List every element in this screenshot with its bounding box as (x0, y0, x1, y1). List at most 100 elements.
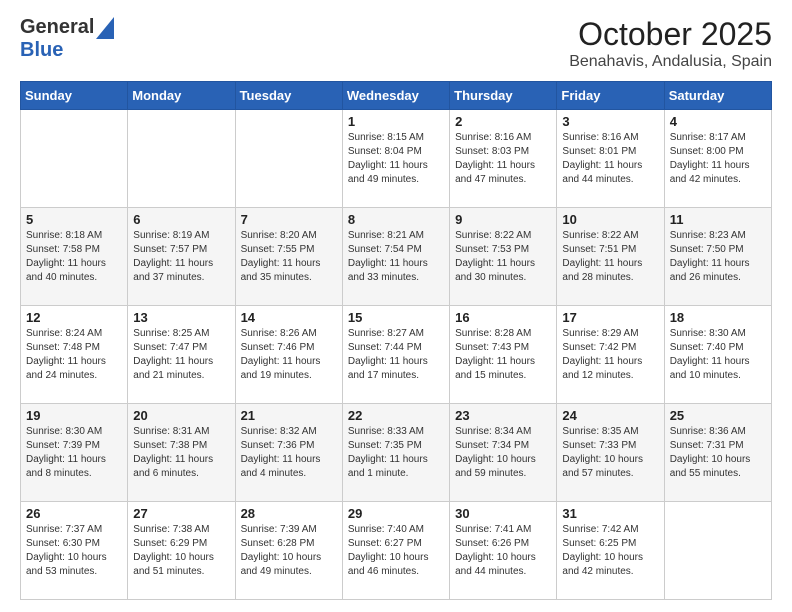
logo-blue-text: Blue (20, 39, 114, 62)
day-info: Sunrise: 7:42 AM Sunset: 6:25 PM Dayligh… (562, 523, 658, 579)
calendar-week-row: 26Sunrise: 7:37 AM Sunset: 6:30 PM Dayli… (21, 502, 772, 600)
table-row: 31 Sunrise: 7:42 AM Sunset: 6:25 PM Dayli… (557, 502, 664, 600)
table-row: 25 Sunrise: 8:36 AM Sunset: 7:31 PM Dayli… (664, 404, 771, 502)
table-row (235, 110, 342, 208)
day-number: 26 (26, 506, 122, 521)
day-number: 5 (26, 212, 122, 227)
day-number: 27 (133, 506, 229, 521)
day-number: 15 (348, 310, 444, 325)
header: General Blue October 2025 Benahavis, And… (20, 16, 772, 71)
table-row: 26Sunrise: 7:37 AM Sunset: 6:30 PM Dayli… (21, 502, 128, 600)
day-info: Sunrise: 8:15 AM Sunset: 8:04 PM Dayligh… (348, 131, 444, 187)
day-info: Sunrise: 8:16 AM Sunset: 8:01 PM Dayligh… (562, 131, 658, 187)
day-info: Sunrise: 8:27 AM Sunset: 7:44 PM Dayligh… (348, 327, 444, 383)
table-row (21, 110, 128, 208)
table-row: 23Sunrise: 8:34 AM Sunset: 7:34 PM Dayli… (450, 404, 557, 502)
col-monday: Monday (128, 82, 235, 110)
day-info: Sunrise: 8:25 AM Sunset: 7:47 PM Dayligh… (133, 327, 229, 383)
table-row: 21 Sunrise: 8:32 AM Sunset: 7:36 PM Dayli… (235, 404, 342, 502)
table-row: 16Sunrise: 8:28 AM Sunset: 7:43 PM Dayli… (450, 306, 557, 404)
table-row: 17 Sunrise: 8:29 AM Sunset: 7:42 PM Dayli… (557, 306, 664, 404)
day-number: 6 (133, 212, 229, 227)
day-number: 9 (455, 212, 551, 227)
table-row: 8 Sunrise: 8:21 AM Sunset: 7:54 PM Daylig… (342, 208, 449, 306)
col-friday: Friday (557, 82, 664, 110)
day-number: 13 (133, 310, 229, 325)
calendar-subtitle: Benahavis, Andalusia, Spain (569, 53, 772, 71)
day-info: Sunrise: 8:23 AM Sunset: 7:50 PM Dayligh… (670, 229, 766, 285)
table-row: 12 Sunrise: 8:24 AM Sunset: 7:48 PM Dayli… (21, 306, 128, 404)
day-number: 21 (241, 408, 337, 423)
day-info: Sunrise: 8:20 AM Sunset: 7:55 PM Dayligh… (241, 229, 337, 285)
calendar-week-row: 12 Sunrise: 8:24 AM Sunset: 7:48 PM Dayli… (21, 306, 772, 404)
day-info: Sunrise: 8:16 AM Sunset: 8:03 PM Dayligh… (455, 131, 551, 187)
table-row: 13 Sunrise: 8:25 AM Sunset: 7:47 PM Dayli… (128, 306, 235, 404)
day-number: 3 (562, 114, 658, 129)
table-row: 24Sunrise: 8:35 AM Sunset: 7:33 PM Dayli… (557, 404, 664, 502)
calendar-week-row: 1 Sunrise: 8:15 AM Sunset: 8:04 PM Daylig… (21, 110, 772, 208)
col-thursday: Thursday (450, 82, 557, 110)
day-info: Sunrise: 8:18 AM Sunset: 7:58 PM Dayligh… (26, 229, 122, 285)
day-number: 8 (348, 212, 444, 227)
day-number: 10 (562, 212, 658, 227)
table-row: 28 Sunrise: 7:39 AM Sunset: 6:28 PM Dayli… (235, 502, 342, 600)
day-number: 28 (241, 506, 337, 521)
day-number: 18 (670, 310, 766, 325)
day-info: Sunrise: 8:36 AM Sunset: 7:31 PM Dayligh… (670, 425, 766, 481)
table-row: 29 Sunrise: 7:40 AM Sunset: 6:27 PM Dayli… (342, 502, 449, 600)
day-number: 25 (670, 408, 766, 423)
day-number: 29 (348, 506, 444, 521)
day-info: Sunrise: 7:40 AM Sunset: 6:27 PM Dayligh… (348, 523, 444, 579)
page: General Blue October 2025 Benahavis, And… (0, 0, 792, 612)
day-info: Sunrise: 8:24 AM Sunset: 7:48 PM Dayligh… (26, 327, 122, 383)
col-wednesday: Wednesday (342, 82, 449, 110)
table-row: 20Sunrise: 8:31 AM Sunset: 7:38 PM Dayli… (128, 404, 235, 502)
day-number: 17 (562, 310, 658, 325)
table-row: 11 Sunrise: 8:23 AM Sunset: 7:50 PM Dayli… (664, 208, 771, 306)
table-row: 2 Sunrise: 8:16 AM Sunset: 8:03 PM Daylig… (450, 110, 557, 208)
day-info: Sunrise: 7:39 AM Sunset: 6:28 PM Dayligh… (241, 523, 337, 579)
table-row: 15 Sunrise: 8:27 AM Sunset: 7:44 PM Dayli… (342, 306, 449, 404)
table-row: 22Sunrise: 8:33 AM Sunset: 7:35 PM Dayli… (342, 404, 449, 502)
logo-arrow-icon (96, 17, 114, 39)
table-row: 9 Sunrise: 8:22 AM Sunset: 7:53 PM Daylig… (450, 208, 557, 306)
calendar-week-row: 19Sunrise: 8:30 AM Sunset: 7:39 PM Dayli… (21, 404, 772, 502)
day-number: 31 (562, 506, 658, 521)
table-row: 4Sunrise: 8:17 AM Sunset: 8:00 PM Daylig… (664, 110, 771, 208)
day-info: Sunrise: 8:32 AM Sunset: 7:36 PM Dayligh… (241, 425, 337, 481)
day-number: 12 (26, 310, 122, 325)
day-info: Sunrise: 8:21 AM Sunset: 7:54 PM Dayligh… (348, 229, 444, 285)
col-tuesday: Tuesday (235, 82, 342, 110)
title-section: October 2025 Benahavis, Andalusia, Spain (569, 16, 772, 71)
day-info: Sunrise: 8:28 AM Sunset: 7:43 PM Dayligh… (455, 327, 551, 383)
table-row: 7Sunrise: 8:20 AM Sunset: 7:55 PM Daylig… (235, 208, 342, 306)
calendar-title: October 2025 (569, 16, 772, 53)
day-info: Sunrise: 8:35 AM Sunset: 7:33 PM Dayligh… (562, 425, 658, 481)
day-number: 20 (133, 408, 229, 423)
day-number: 22 (348, 408, 444, 423)
table-row: 19Sunrise: 8:30 AM Sunset: 7:39 PM Dayli… (21, 404, 128, 502)
day-info: Sunrise: 8:19 AM Sunset: 7:57 PM Dayligh… (133, 229, 229, 285)
calendar-week-row: 5 Sunrise: 8:18 AM Sunset: 7:58 PM Daylig… (21, 208, 772, 306)
table-row: 10Sunrise: 8:22 AM Sunset: 7:51 PM Dayli… (557, 208, 664, 306)
day-number: 11 (670, 212, 766, 227)
calendar-header-row: Sunday Monday Tuesday Wednesday Thursday… (21, 82, 772, 110)
calendar-table: Sunday Monday Tuesday Wednesday Thursday… (20, 81, 772, 600)
day-info: Sunrise: 8:30 AM Sunset: 7:39 PM Dayligh… (26, 425, 122, 481)
col-saturday: Saturday (664, 82, 771, 110)
day-info: Sunrise: 8:17 AM Sunset: 8:00 PM Dayligh… (670, 131, 766, 187)
day-info: Sunrise: 7:38 AM Sunset: 6:29 PM Dayligh… (133, 523, 229, 579)
day-info: Sunrise: 8:26 AM Sunset: 7:46 PM Dayligh… (241, 327, 337, 383)
day-info: Sunrise: 8:29 AM Sunset: 7:42 PM Dayligh… (562, 327, 658, 383)
table-row: 3 Sunrise: 8:16 AM Sunset: 8:01 PM Daylig… (557, 110, 664, 208)
logo: General Blue (20, 16, 114, 62)
table-row: 27 Sunrise: 7:38 AM Sunset: 6:29 PM Dayli… (128, 502, 235, 600)
table-row: 1 Sunrise: 8:15 AM Sunset: 8:04 PM Daylig… (342, 110, 449, 208)
day-number: 2 (455, 114, 551, 129)
day-number: 30 (455, 506, 551, 521)
day-info: Sunrise: 8:30 AM Sunset: 7:40 PM Dayligh… (670, 327, 766, 383)
logo-general-text: General (20, 16, 94, 39)
day-number: 1 (348, 114, 444, 129)
day-info: Sunrise: 8:22 AM Sunset: 7:53 PM Dayligh… (455, 229, 551, 285)
table-row: 6 Sunrise: 8:19 AM Sunset: 7:57 PM Daylig… (128, 208, 235, 306)
